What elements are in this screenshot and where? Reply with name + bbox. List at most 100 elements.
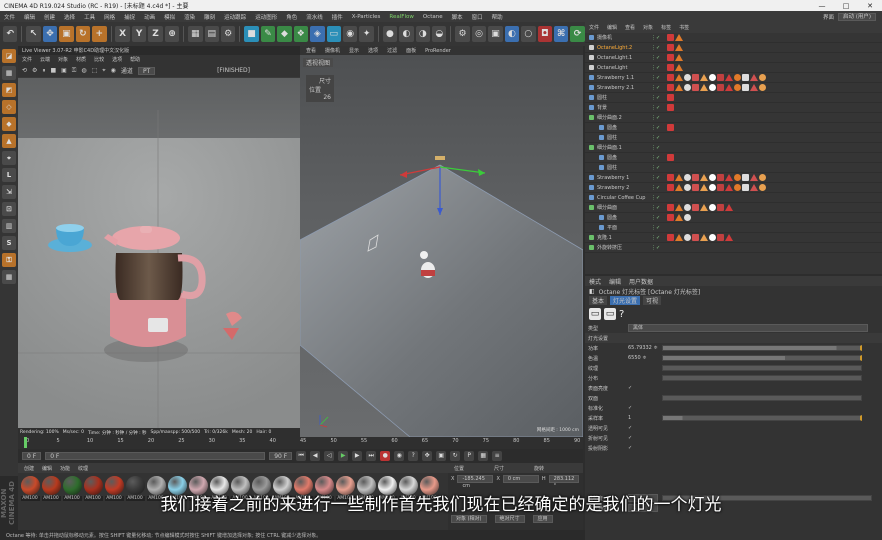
material-tag-icon[interactable]: [750, 84, 758, 91]
material-tag-icon[interactable]: [667, 234, 674, 241]
go-end-icon[interactable]: ⏭: [366, 451, 377, 461]
material-tag-icon[interactable]: [667, 84, 674, 91]
material-tag-icon[interactable]: [717, 84, 724, 91]
light-type-select[interactable]: 黑体: [628, 324, 868, 332]
attribute-slider[interactable]: [662, 415, 862, 421]
attribute-slider[interactable]: [662, 395, 862, 401]
move-icon[interactable]: ✥: [42, 26, 58, 42]
material-tag-icon[interactable]: [675, 34, 683, 41]
material-tag-icon[interactable]: [692, 204, 699, 211]
attribute-value[interactable]: 6550 ≑: [628, 355, 658, 361]
material-tag-icon[interactable]: [667, 74, 674, 81]
axis-z-button[interactable]: Z: [148, 26, 163, 42]
lock-icon[interactable]: ⚿: [2, 253, 16, 267]
attribute-value[interactable]: ✓: [628, 435, 658, 441]
object-visibility-toggle[interactable]: ⋮✓: [651, 185, 660, 191]
axis-tool-icon[interactable]: ⌖: [2, 151, 16, 165]
live-viewer-menu-item[interactable]: 文件: [22, 56, 32, 63]
scale-icon[interactable]: ▣: [59, 26, 74, 42]
attribute-subtab[interactable]: 可视: [643, 296, 662, 305]
live-viewer-menu-item[interactable]: 选项: [112, 56, 122, 63]
object-row[interactable]: Circular Coffee Cup ⋮✓: [585, 193, 882, 203]
record-icon[interactable]: ●: [380, 451, 391, 461]
object-visibility-toggle[interactable]: ⋮✓: [651, 75, 660, 81]
camera-icon[interactable]: ◉: [342, 26, 358, 42]
pause-icon[interactable]: ⏸: [42, 67, 45, 75]
object-visibility-toggle[interactable]: ⋮✓: [651, 55, 660, 61]
send-scene-icon[interactable]: ⟲: [22, 67, 27, 74]
menu-item-3[interactable]: 选择: [64, 13, 75, 21]
make-editable-icon[interactable]: ◪: [2, 49, 16, 63]
object-row[interactable]: 细分曲面 ⋮✓: [585, 203, 882, 213]
pick-focus-icon[interactable]: ⌖: [102, 67, 105, 75]
menu-item-19[interactable]: 脚本: [452, 13, 463, 21]
checker-icon[interactable]: ▦: [2, 66, 16, 80]
material-tag-icon[interactable]: [700, 234, 708, 241]
h-rotation-input[interactable]: 283.112 °: [548, 475, 579, 489]
python-icon[interactable]: ⌘: [554, 26, 569, 42]
live-viewer-menu-item[interactable]: 云端: [40, 56, 50, 63]
material-tag-icon[interactable]: [759, 184, 766, 191]
material-tag-icon[interactable]: [684, 204, 691, 211]
maximize-button[interactable]: □: [834, 2, 858, 10]
material-tag-icon[interactable]: [717, 74, 724, 81]
channel-select[interactable]: PT: [137, 66, 156, 75]
rotate-icon[interactable]: ↻: [75, 26, 91, 42]
material-tag-icon[interactable]: [675, 234, 683, 241]
object-manager-menu-item[interactable]: 编辑: [607, 24, 617, 31]
viewport-menu-item[interactable]: 过滤: [387, 47, 397, 54]
minimize-button[interactable]: —: [810, 2, 834, 10]
menu-item-7[interactable]: 动画: [144, 13, 155, 21]
settings-icon[interactable]: ⚙: [32, 67, 37, 74]
material-tag-icon[interactable]: [675, 74, 683, 81]
coordinate-system-icon[interactable]: ⊕: [164, 26, 180, 42]
object-visibility-toggle[interactable]: ⋮✓: [651, 195, 660, 201]
material-tag-icon[interactable]: [667, 34, 674, 41]
menu-item-9[interactable]: 渲染: [184, 13, 195, 21]
keyframe-icon[interactable]: ?: [408, 451, 419, 461]
clay-icon[interactable]: ◍: [81, 67, 86, 74]
menu-item-10[interactable]: 雕刻: [204, 13, 215, 21]
object-row[interactable]: OctaneLight ⋮✓: [585, 63, 882, 73]
object-row[interactable]: 圆盘 ⋮✓: [585, 213, 882, 223]
material-tag-icon[interactable]: [717, 174, 724, 181]
menu-item-8[interactable]: 模拟: [164, 13, 175, 21]
material-tag-icon[interactable]: [759, 74, 766, 81]
material-tag-icon[interactable]: [675, 64, 683, 71]
play-icon[interactable]: ▶: [338, 451, 349, 461]
material-tag-icon[interactable]: [709, 234, 716, 241]
octane-material-icon[interactable]: ◐: [504, 26, 520, 42]
object-row[interactable]: OctaneLight.2 ⋮✓: [585, 43, 882, 53]
close-button[interactable]: ✕: [858, 2, 882, 10]
material-tag-icon[interactable]: [725, 204, 733, 211]
material-tag-icon[interactable]: [667, 154, 674, 161]
material-tag-icon[interactable]: [667, 124, 674, 131]
attribute-value[interactable]: ✓: [628, 405, 658, 411]
move-key-icon[interactable]: ✥: [422, 451, 433, 461]
material-tag-icon[interactable]: [725, 184, 733, 191]
material-tag-icon[interactable]: [742, 74, 749, 81]
attribute-subtab[interactable]: 基本: [589, 296, 608, 305]
menu-item-2[interactable]: 创建: [44, 13, 55, 21]
menu-item-0[interactable]: 文件: [4, 13, 15, 21]
attribute-slider[interactable]: [662, 355, 862, 361]
material-tag-icon[interactable]: [675, 184, 683, 191]
material-tag-icon[interactable]: [717, 184, 724, 191]
help-icon[interactable]: ?: [619, 309, 624, 320]
object-visibility-toggle[interactable]: ⋮✓: [651, 105, 660, 111]
object-row[interactable]: Strawberry 2.1 ⋮✓: [585, 83, 882, 93]
object-row[interactable]: Strawberry 1 ⋮✓: [585, 173, 882, 183]
material-tag-icon[interactable]: [675, 54, 683, 61]
material-tag-icon[interactable]: [750, 174, 758, 181]
refresh-icon[interactable]: ⟳: [570, 26, 585, 42]
material-tag-icon[interactable]: [734, 84, 741, 91]
live-viewer-render[interactable]: [18, 78, 300, 428]
material-tag-icon[interactable]: [725, 234, 733, 241]
viewport-menu-item[interactable]: 面板: [406, 47, 416, 54]
menu-item-13[interactable]: 角色: [286, 13, 297, 21]
object-visibility-toggle[interactable]: ⋮✓: [651, 65, 660, 71]
points-mode-icon[interactable]: ●: [382, 26, 398, 42]
live-viewer-menu-item[interactable]: 材质: [76, 56, 86, 63]
deformer-icon[interactable]: ◈: [310, 26, 325, 42]
light-preview-icon-2[interactable]: ▭: [604, 308, 616, 320]
